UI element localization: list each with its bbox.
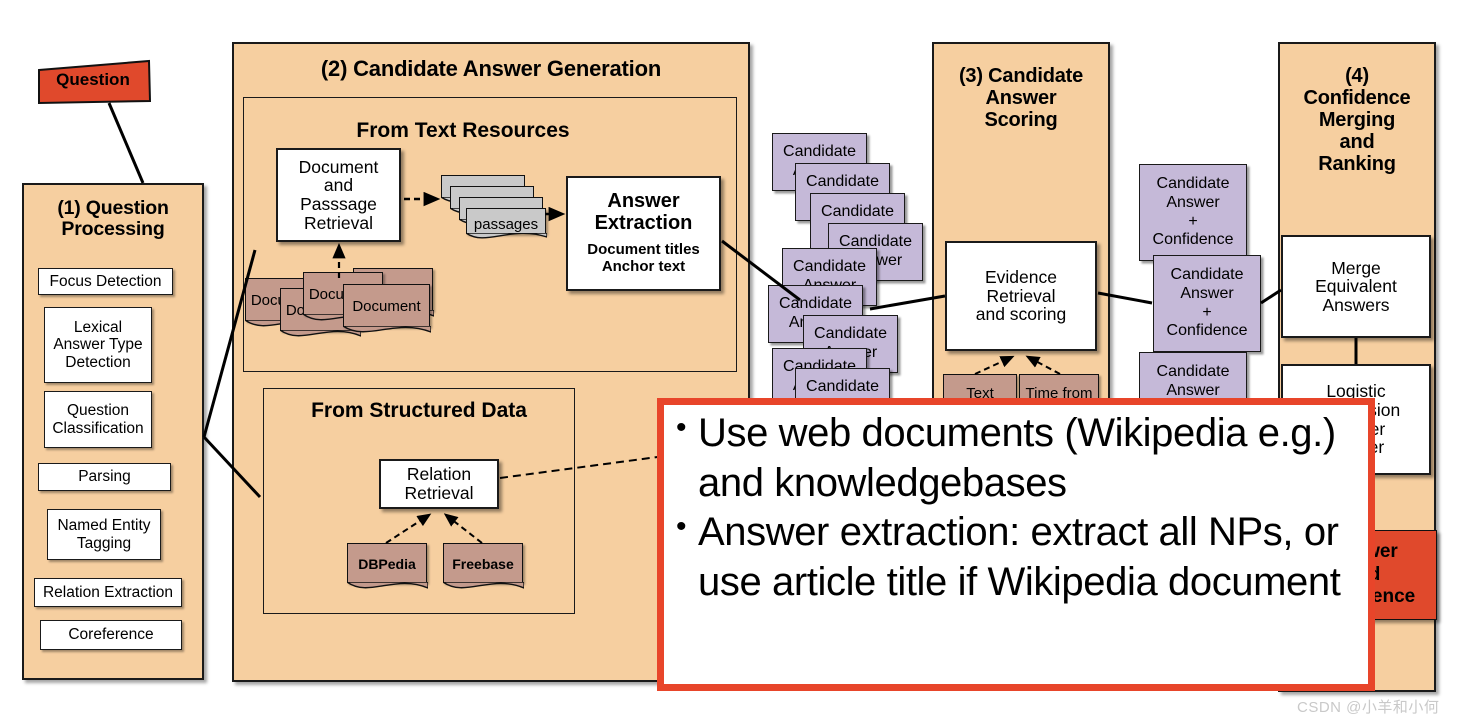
candidate-answer-confidence-label: Candidate Answer + Confidence (1166, 265, 1248, 340)
answer-extraction-box[interactable]: Answer Extraction Document titles Anchor… (566, 176, 721, 291)
document-card-front: Document (342, 284, 431, 333)
panel-candidate-answer-scoring-title: (3) Candidate Answer Scoring (932, 65, 1110, 131)
relation-retrieval-box[interactable]: Relation Retrieval (379, 459, 499, 509)
from-structured-data-title: From Structured Data (263, 399, 575, 423)
document-passage-retrieval-label: Document and Passsage Retrieval (298, 156, 379, 233)
panel-candidate-answer-generation-title: (2) Candidate Answer Generation (232, 56, 750, 81)
answer-extraction-line2: Extraction (594, 212, 693, 235)
answer-extraction-sub2: Anchor text (601, 258, 686, 276)
section-structured-title: From Structured Data (311, 399, 527, 422)
answer-extraction-line1: Answer (607, 190, 680, 212)
annotation-bullet: Answer extraction: extract all NPs, or u… (676, 508, 1368, 607)
qp-item-label: Coreference (68, 626, 154, 644)
evidence-retrieval-box[interactable]: Evidence Retrieval and scoring (945, 241, 1097, 351)
panel3-title-line3: Scoring (984, 109, 1058, 131)
panel4-title-line3: Merging (1318, 109, 1396, 131)
qp-item-label: Focus Detection (49, 272, 162, 290)
watermark: CSDN @小羊和小何 (1297, 696, 1439, 717)
document-passage-retrieval-box[interactable]: Document and Passsage Retrieval (276, 148, 401, 242)
question-node[interactable]: Question (36, 58, 152, 105)
panel4-title-line4: and (1339, 131, 1375, 153)
annotation-callout: Use web documents (Wikipedia e.g.) and k… (657, 398, 1375, 691)
qp-item-question-classification[interactable]: Question Classification (44, 391, 152, 448)
candidate-answer-confidence-card: Candidate Answer + Confidence (1139, 164, 1247, 261)
panel1-title-line1: (1) Question (57, 197, 169, 219)
evidence-retrieval-label: Evidence Retrieval and scoring (975, 267, 1067, 325)
question-node-label: Question (56, 70, 130, 89)
kb-card-label: Freebase (452, 555, 514, 572)
panel4-title-line2: Confidence (1303, 87, 1411, 109)
panel3-title-line2: Answer (985, 87, 1057, 109)
qp-item-parsing[interactable]: Parsing (38, 463, 171, 491)
section-text-title: From Text Resources (356, 119, 570, 142)
document-card-label: Document (352, 297, 421, 315)
qp-item-label: Lexical Answer Type Detection (53, 319, 143, 371)
qp-item-focus-detection[interactable]: Focus Detection (38, 268, 173, 295)
answer-extraction-sub1: Document titles (587, 240, 700, 258)
kb-card-label: DBPedia (358, 555, 416, 572)
passage-card-front: passages (465, 208, 547, 239)
qp-item-named-entity-tagging[interactable]: Named Entity Tagging (47, 509, 161, 560)
annotation-bullet: Use web documents (Wikipedia e.g.) and k… (676, 409, 1368, 508)
panel4-title-line5: Ranking (1318, 153, 1396, 175)
qp-item-lexical-answer-type[interactable]: Lexical Answer Type Detection (44, 307, 152, 383)
qp-item-label: Named Entity Tagging (57, 517, 151, 552)
candidate-answer-confidence-label: Candidate Answer + Confidence (1152, 174, 1234, 249)
qp-item-coreference[interactable]: Coreference (40, 620, 182, 650)
qp-item-relation-extraction[interactable]: Relation Extraction (34, 578, 182, 607)
candidate-answer-confidence-card: Candidate Answer + Confidence (1153, 255, 1261, 352)
merge-equivalent-answers-label: Merge Equivalent Answers (1315, 257, 1397, 315)
qp-item-label: Relation Extraction (42, 583, 174, 601)
annotation-callout-list: Use web documents (Wikipedia e.g.) and k… (664, 405, 1368, 607)
qp-item-label: Parsing (78, 468, 131, 486)
kb-card-freebase[interactable]: Freebase (442, 543, 524, 589)
panel1-title-line2: Processing (61, 218, 165, 241)
qp-item-label: Question Classification (52, 402, 144, 437)
panel-confidence-merging-ranking-title: (4) Confidence Merging and Ranking (1278, 65, 1436, 175)
diagram-canvas: (1) Question Processing Focus Detection … (0, 0, 1482, 722)
watermark-text: CSDN @小羊和小何 (1297, 699, 1440, 716)
panel2-title-text: (2) Candidate Answer Generation (320, 56, 662, 81)
relation-retrieval-label: Relation Retrieval (404, 464, 474, 503)
panel-question-processing-title: (1) Question Processing (22, 197, 204, 241)
passages-label: passages (473, 216, 539, 233)
panel3-title-line1: (3) Candidate (958, 65, 1084, 87)
panel4-title-line1: (4) (1345, 65, 1369, 87)
merge-equivalent-answers-box[interactable]: Merge Equivalent Answers (1281, 235, 1431, 338)
from-text-resources-title: From Text Resources (243, 119, 683, 143)
kb-card-dbpedia[interactable]: DBPedia (346, 543, 428, 589)
